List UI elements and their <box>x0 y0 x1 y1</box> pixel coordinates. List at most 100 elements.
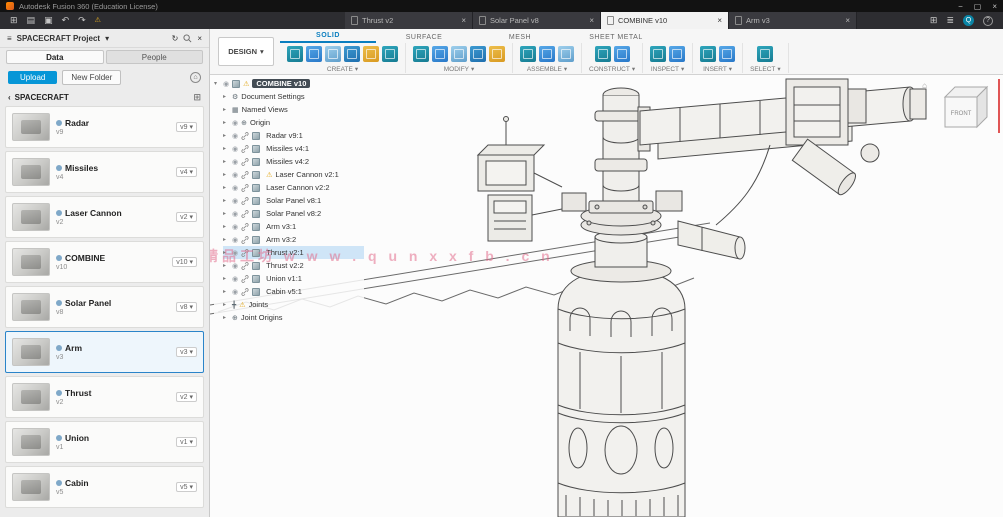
rocket-body[interactable] <box>558 269 685 517</box>
item-version-dropdown[interactable]: v8 ▾ <box>176 302 197 312</box>
expand-arrow-icon[interactable]: ▸ <box>223 158 229 165</box>
expand-arrow-icon[interactable]: ▸ <box>223 184 229 191</box>
expand-arrow-icon[interactable]: ▸ <box>223 197 229 204</box>
decal-icon[interactable] <box>719 46 735 62</box>
item-version-dropdown[interactable]: v1 ▾ <box>176 437 197 447</box>
ribbon-group-label[interactable]: INSERT▾ <box>703 65 732 73</box>
browser-tree-row[interactable]: ▸ ◉ ⚠ Arm v3:1 <box>223 220 364 233</box>
extrude-icon[interactable] <box>306 46 322 62</box>
document-tab[interactable]: Thrust v2 × <box>345 12 473 29</box>
browser-tree-row[interactable]: ▸ ◉ ⚠ Laser Cannon v2:1 <box>223 168 364 181</box>
tab-close-icon[interactable]: × <box>717 16 722 25</box>
tab-close-icon[interactable]: × <box>461 16 466 25</box>
refresh-icon[interactable]: ↻ <box>172 34 179 43</box>
ribbon-group-label[interactable]: INSPECT▾ <box>651 65 684 73</box>
expand-arrow-icon[interactable]: ▸ <box>223 275 229 282</box>
browser-tree-row[interactable]: ▸ ◉ ⚠ Union v1:1 <box>223 272 364 285</box>
visibility-eye-icon[interactable]: ◉ <box>232 288 238 296</box>
loft-icon[interactable] <box>363 46 379 62</box>
new-component-icon[interactable] <box>287 46 303 62</box>
ribbon-group-label[interactable]: MODIFY▾ <box>444 65 475 73</box>
workspace-dropdown[interactable]: DESIGN ▾ <box>218 37 274 66</box>
redo-icon[interactable]: ↷ <box>78 16 86 25</box>
browser-tree-row[interactable]: ▸ ◉ ⚠ Missiles v4:2 <box>223 155 364 168</box>
section-analysis-icon[interactable] <box>669 46 685 62</box>
new-folder-button[interactable]: New Folder <box>62 70 121 85</box>
ribbon-tab[interactable]: SHEET METAL <box>568 34 664 43</box>
browser-tree-row[interactable]: ▸ ◉ ⚠ Radar v9:1 <box>223 129 364 142</box>
browser-tree-row[interactable]: ▸ ◉ ⚠ Solar Panel v8:2 <box>223 207 364 220</box>
notification-warning-icon[interactable]: ⚠ <box>95 17 101 24</box>
view-home-icon[interactable]: ⌂ <box>922 81 927 90</box>
project-item[interactable]: Solar Panel v8 v8 ▾ <box>5 286 204 328</box>
tab-close-icon[interactable]: × <box>589 16 594 25</box>
expand-arrow-icon[interactable]: ▸ <box>223 223 229 230</box>
joint-origin-icon[interactable] <box>539 46 555 62</box>
item-version-dropdown[interactable]: v3 ▾ <box>176 347 197 357</box>
help-icon[interactable]: ? <box>983 16 993 26</box>
expand-arrow-icon[interactable]: ▸ <box>223 236 229 243</box>
view-mode-icon[interactable]: ⊞ <box>193 92 201 103</box>
browser-root-row[interactable]: ▾ ◉ ⚠ COMBINE v10 <box>214 77 364 90</box>
browser-tree-row[interactable]: ▸ ◉ ⚙ ⚠ Document Settings <box>223 90 364 103</box>
combine-icon[interactable] <box>470 46 486 62</box>
project-item[interactable]: Thrust v2 v2 ▾ <box>5 376 204 418</box>
tab-close-icon[interactable]: × <box>845 16 850 25</box>
hole-icon[interactable] <box>382 46 398 62</box>
project-item[interactable]: Laser Cannon v2 v2 ▾ <box>5 196 204 238</box>
expand-arrow-icon[interactable]: ▸ <box>223 288 229 295</box>
ribbon-group-label[interactable]: ASSEMBLE▾ <box>527 65 567 73</box>
visibility-eye-icon[interactable]: ◉ <box>232 184 238 192</box>
item-version-dropdown[interactable]: v5 ▾ <box>176 482 197 492</box>
document-tab[interactable]: Solar Panel v8 × <box>473 12 601 29</box>
visibility-eye-icon[interactable]: ◉ <box>232 197 238 205</box>
hamburger-menu-icon[interactable]: ≡ <box>7 34 12 43</box>
motion-link-icon[interactable] <box>558 46 574 62</box>
project-item[interactable]: Radar v9 v9 ▾ <box>5 106 204 148</box>
visibility-eye-icon[interactable]: ◉ <box>232 275 238 283</box>
new-joint-icon[interactable] <box>520 46 536 62</box>
visibility-eye-icon[interactable]: ◉ <box>232 158 238 166</box>
fillet-icon[interactable] <box>432 46 448 62</box>
data-panel-toggle-icon[interactable]: ⊞ <box>10 16 18 25</box>
ribbon-tab[interactable]: SURFACE <box>376 34 472 43</box>
open-on-web-icon[interactable]: ⌂ <box>190 72 201 83</box>
item-version-dropdown[interactable]: v2 ▾ <box>176 212 197 222</box>
minimize-button[interactable]: − <box>958 2 963 11</box>
file-menu-icon[interactable]: ▤ <box>27 16 36 25</box>
shell-icon[interactable] <box>451 46 467 62</box>
back-icon[interactable]: ‹ <box>8 93 11 102</box>
select-icon[interactable] <box>757 46 773 62</box>
browser-tree-row[interactable]: ▸ ◉ ╋ ⚠ Joints <box>223 298 364 311</box>
project-item[interactable]: Union v1 v1 ▾ <box>5 421 204 463</box>
document-tab[interactable]: COMBINE v10 × <box>601 12 729 29</box>
expand-arrow-icon[interactable]: ▸ <box>223 301 229 308</box>
data-panel-tab[interactable]: People <box>106 50 204 64</box>
ribbon-tab[interactable]: MESH <box>472 34 568 43</box>
close-panel-icon[interactable]: × <box>197 34 202 43</box>
visibility-eye-icon[interactable]: ◉ <box>232 171 238 179</box>
extensions-icon[interactable]: ≣ <box>946 16 954 25</box>
side-thruster[interactable] <box>678 221 745 259</box>
project-item[interactable]: Arm v3 v3 ▾ <box>5 331 204 373</box>
press-pull-icon[interactable] <box>413 46 429 62</box>
expand-arrow-icon[interactable]: ▸ <box>223 145 229 152</box>
close-button[interactable]: × <box>992 2 997 11</box>
ribbon-tab[interactable]: SOLID <box>280 32 376 43</box>
ribbon-group-label[interactable]: CONSTRUCT▾ <box>589 65 635 73</box>
user-avatar[interactable]: Q <box>963 15 974 26</box>
view-cube[interactable]: FRONT <box>933 79 993 137</box>
3d-viewport[interactable]: ▾ ◉ ⚠ COMBINE v10 ▸ ◉ <box>210 75 1003 517</box>
browser-tree-row[interactable]: ▸ ◉ ⊕ ⚠ Origin <box>223 116 364 129</box>
expand-arrow-icon[interactable]: ▸ <box>223 106 229 113</box>
expand-arrow-icon[interactable]: ▸ <box>223 93 229 100</box>
undo-icon[interactable]: ↶ <box>62 16 70 25</box>
equipment-boxes[interactable] <box>478 117 562 242</box>
project-item[interactable]: Cabin v5 v5 ▾ <box>5 466 204 508</box>
maximize-button[interactable]: ▢ <box>974 2 982 11</box>
expand-arrow-icon[interactable]: ▸ <box>223 210 229 217</box>
visibility-eye-icon[interactable]: ◉ <box>232 210 238 218</box>
browser-tree-row[interactable]: ▸ ◉ ⚠ Arm v3:2 <box>223 233 364 246</box>
axis-icon[interactable] <box>614 46 630 62</box>
expand-arrow-icon[interactable]: ▸ <box>223 171 229 178</box>
